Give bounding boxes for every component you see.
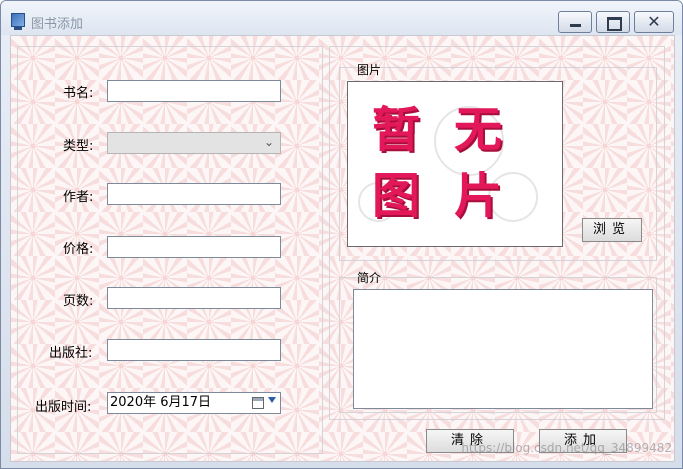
chevron-down-icon: ⌄	[263, 135, 274, 149]
close-icon: ✕	[647, 12, 661, 31]
window-title: 图书添加	[31, 17, 84, 32]
pages-label: 页数:	[63, 294, 94, 309]
no-image-char: 无	[454, 102, 503, 158]
book-name-label: 书名:	[63, 86, 94, 101]
calendar-icon[interactable]	[252, 397, 264, 409]
publish-date-picker[interactable]: 2020年 6月17日	[107, 392, 281, 414]
publish-time-label: 出版时间:	[35, 400, 92, 415]
price-label: 价格:	[63, 242, 94, 257]
no-image-char: 图	[372, 168, 421, 224]
minimize-button[interactable]	[558, 11, 592, 33]
type-select[interactable]: ⌄	[107, 132, 281, 154]
pages-input[interactable]	[107, 287, 281, 309]
author-input[interactable]	[107, 183, 281, 205]
no-image-char: 暂	[372, 102, 421, 158]
author-label: 作者:	[63, 190, 94, 205]
dropdown-arrow-icon[interactable]	[268, 397, 276, 403]
app-icon	[11, 13, 25, 30]
book-cover-image: 暂 无 图 片	[347, 81, 563, 247]
watermark-text: https://blog.csdn.net/qq_34899482	[461, 441, 672, 455]
image-group-label: 图片	[357, 63, 382, 77]
close-button[interactable]: ✕	[634, 11, 674, 33]
book-name-input[interactable]	[107, 80, 281, 102]
maximize-button[interactable]	[596, 11, 630, 33]
title-bar[interactable]: 图书添加 ✕	[1, 1, 682, 35]
summary-textarea[interactable]	[353, 289, 653, 409]
browse-button[interactable]: 浏览	[582, 218, 642, 242]
summary-group-label: 简介	[357, 271, 382, 285]
price-input[interactable]	[107, 236, 281, 258]
no-image-char: 片	[454, 168, 503, 224]
app-window: 图书添加 ✕ 书名: 类型: ⌄ 作者: 价格: 页数: 出版社: 出版时间: …	[0, 0, 683, 469]
type-label: 类型:	[63, 139, 94, 154]
publisher-label: 出版社:	[49, 346, 93, 361]
publish-date-value: 2020年 6月17日	[110, 395, 212, 410]
publisher-input[interactable]	[107, 339, 281, 361]
